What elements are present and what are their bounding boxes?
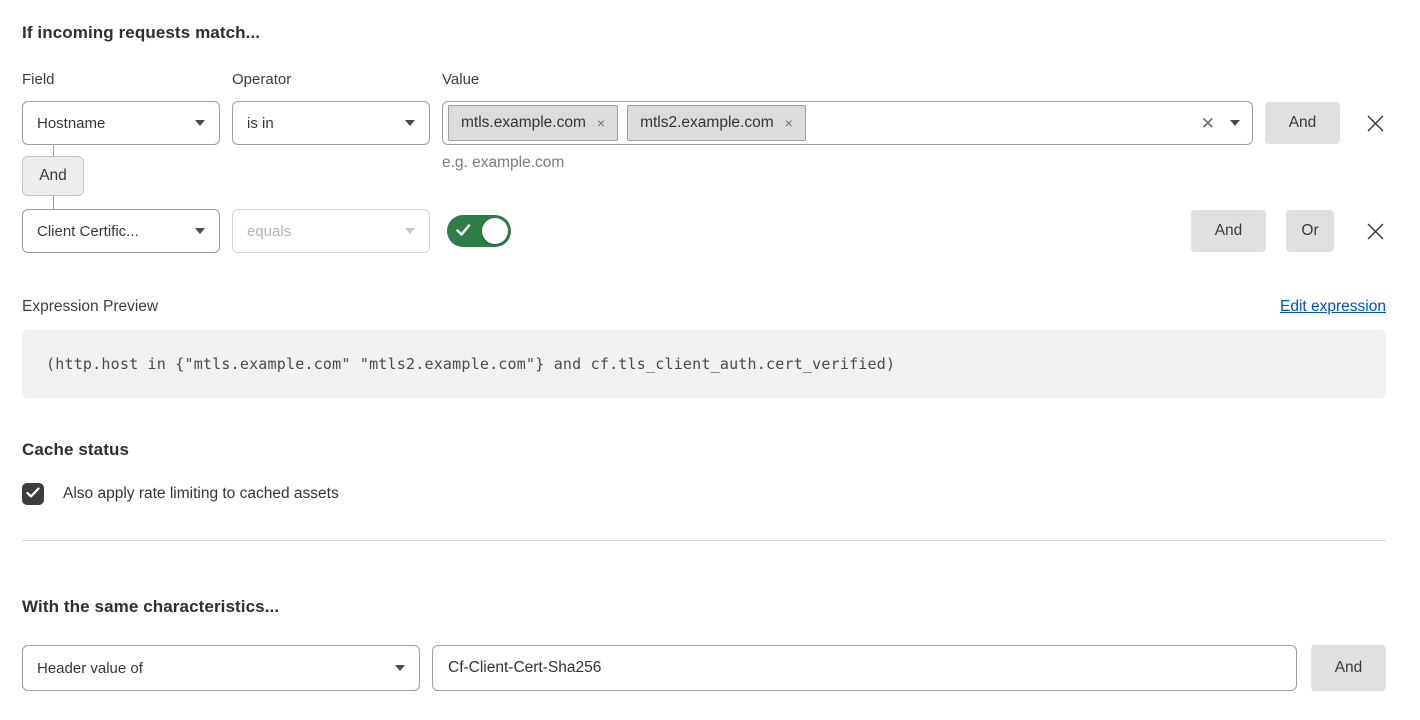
remove-tag-icon[interactable]: × — [785, 116, 793, 130]
field-select-value: Client Certific... — [37, 223, 195, 240]
chevron-down-icon — [195, 228, 205, 234]
condition-row-2: Client Certific... equals And Or — [22, 209, 1386, 253]
section-divider — [22, 540, 1386, 541]
toggle-knob — [482, 218, 508, 244]
connector-cell: And — [22, 145, 442, 209]
operator-select-disabled: equals — [232, 209, 430, 253]
expression-preview-label: Expression Preview — [22, 298, 158, 316]
clear-values-icon[interactable]: ✕ — [1201, 115, 1215, 132]
field-select[interactable]: Client Certific... — [22, 209, 220, 253]
field-select[interactable]: Hostname — [22, 101, 220, 145]
cert-verified-toggle[interactable] — [447, 215, 511, 247]
cache-status-heading: Cache status — [22, 440, 1386, 460]
connector-line — [53, 145, 54, 156]
expression-preview-header: Expression Preview Edit expression — [22, 298, 1386, 316]
condition-labels-row: Field Operator Value — [22, 71, 1386, 88]
value-multiselect[interactable]: mtls.example.com × mtls2.example.com × ✕ — [442, 101, 1253, 145]
match-heading: If incoming requests match... — [22, 23, 1386, 43]
header-name-input[interactable] — [432, 645, 1297, 691]
characteristics-row: Header value of And — [22, 645, 1386, 691]
close-icon — [1365, 113, 1386, 134]
add-and-condition-button[interactable]: And — [1265, 102, 1340, 144]
field-select-value: Hostname — [37, 115, 195, 132]
connector-line — [53, 196, 54, 209]
characteristics-heading: With the same characteristics... — [22, 597, 1386, 617]
chevron-down-icon — [405, 228, 415, 234]
value-label: Value — [442, 71, 479, 88]
add-and-condition-button[interactable]: And — [1191, 210, 1266, 252]
connector-wrap: And — [22, 145, 84, 209]
value-tag-label: mtls.example.com — [461, 114, 586, 132]
characteristic-select-value: Header value of — [37, 660, 395, 677]
chevron-down-icon — [1230, 120, 1240, 126]
chevron-down-icon — [195, 120, 205, 126]
operator-placeholder: equals — [247, 223, 405, 240]
field-label: Field — [22, 71, 220, 88]
close-icon — [1365, 221, 1386, 242]
value-tag: mtls2.example.com × — [627, 105, 806, 141]
cache-checkbox-row: Also apply rate limiting to cached asset… — [22, 483, 1386, 505]
cached-assets-checkbox-label: Also apply rate limiting to cached asset… — [63, 485, 339, 503]
remove-tag-icon[interactable]: × — [597, 116, 605, 130]
operator-select[interactable]: is in — [232, 101, 430, 145]
check-icon — [456, 224, 471, 240]
remove-condition-button[interactable] — [1364, 220, 1386, 242]
rate-limit-rule-form: If incoming requests match... Field Oper… — [0, 0, 1408, 691]
add-or-condition-button[interactable]: Or — [1286, 210, 1334, 252]
operator-label: Operator — [232, 71, 430, 88]
characteristic-select[interactable]: Header value of — [22, 645, 420, 691]
value-tag-label: mtls2.example.com — [640, 114, 774, 132]
operator-select-value: is in — [247, 115, 405, 132]
check-icon — [26, 487, 40, 502]
expression-code-block: (http.host in {"mtls.example.com" "mtls2… — [22, 330, 1386, 398]
chevron-down-icon — [405, 120, 415, 126]
add-characteristic-button[interactable]: And — [1311, 645, 1386, 691]
multiselect-controls: ✕ — [1201, 115, 1240, 132]
value-tag: mtls.example.com × — [448, 105, 618, 141]
connector-row: And e.g. example.com — [22, 145, 1386, 209]
condition-connector-button[interactable]: And — [22, 156, 84, 196]
condition-row-1: Hostname is in mtls.example.com × mtls2.… — [22, 101, 1386, 145]
value-helper-text: e.g. example.com — [442, 154, 564, 209]
chevron-down-icon — [395, 665, 405, 671]
remove-condition-button[interactable] — [1364, 112, 1386, 134]
cached-assets-checkbox[interactable] — [22, 483, 44, 505]
edit-expression-link[interactable]: Edit expression — [1280, 298, 1386, 316]
